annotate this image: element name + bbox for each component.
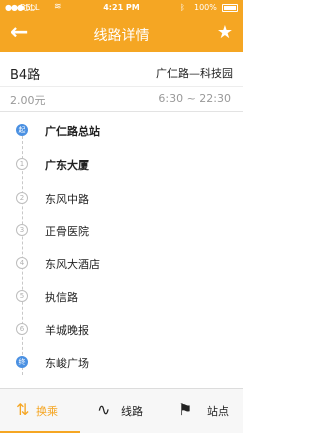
start-badge: 起 [16,124,28,136]
route-info: B4路 广仁路—科技园 2.00元 6:30 ~ 22:30 [0,52,243,112]
bottom-tab-bar: ⇅ 换乘 ∿ 线路 ⚑ 站点 [0,388,243,433]
stop-name: 正骨医院 [45,225,89,238]
stop-index-badge: 1 [16,158,28,170]
tab-label: 换乘 [36,405,58,418]
bluetooth-icon: ᛒ [180,3,185,12]
tab-route[interactable]: ∿ 线路 [81,389,162,433]
stop-index-badge: 4 [16,257,28,269]
stop-name: 羊城晚报 [45,324,89,337]
fare-price: 2.00元 [10,94,46,107]
tab-stops[interactable]: ⚑ 站点 [162,389,243,433]
stop-name: 执信路 [45,291,78,304]
stop-name: 东峻广场 [45,357,89,370]
tab-transfer[interactable]: ⇅ 换乘 [0,389,80,433]
stop-list: 起 广仁路总站 1 广东大厦 2 东风中路 3 正骨医院 4 东风大酒店 5 执… [0,113,243,375]
stop-name: 广仁路总站 [45,125,100,138]
stop-item-start[interactable]: 起 广仁路总站 [0,119,243,141]
favorite-star-icon[interactable]: ★ [217,21,233,45]
stop-item[interactable]: 2 东风中路 [0,187,243,209]
stop-index-badge: 2 [16,192,28,204]
stop-item[interactable]: 4 东风大酒店 [0,252,243,274]
stop-item[interactable]: 6 羊城晚报 [0,318,243,340]
status-bar: ●●●○○ BELL ≋ 4:21 PM ᛒ 100% [0,0,243,16]
battery-icon [222,4,238,12]
page-title: 线路详情 [93,28,150,44]
tab-label: 站点 [207,405,229,418]
tab-label: 线路 [121,405,143,418]
stop-item[interactable]: 3 正骨医院 [0,219,243,241]
end-badge: 终 [16,356,28,368]
stop-item[interactable]: 1 广东大厦 [0,153,243,175]
bus-stop-icon: ⚑ [178,400,193,419]
stop-item-end[interactable]: 终 东峻广场 [0,351,243,373]
stop-index-badge: 6 [16,323,28,335]
route-number: B4路 [10,68,41,83]
operating-hours: 6:30 ~ 22:30 [158,92,231,105]
nav-bar: ← 线路详情 ★ [0,18,243,50]
stop-index-badge: 3 [16,224,28,236]
stop-item[interactable]: 5 执信路 [0,285,243,307]
route-icon: ∿ [97,400,111,419]
stop-name: 东风中路 [45,193,89,206]
stop-index-badge: 5 [16,290,28,302]
divider [0,86,243,87]
stop-name: 东风大酒店 [45,258,100,271]
route-direction: 广仁路—科技园 [156,67,233,80]
transfer-icon: ⇅ [16,400,30,419]
stop-name: 广东大厦 [45,159,89,172]
top-bar: ●●●○○ BELL ≋ 4:21 PM ᛒ 100% ← 线路详情 ★ [0,0,243,52]
battery-percent: 100% [194,3,217,12]
